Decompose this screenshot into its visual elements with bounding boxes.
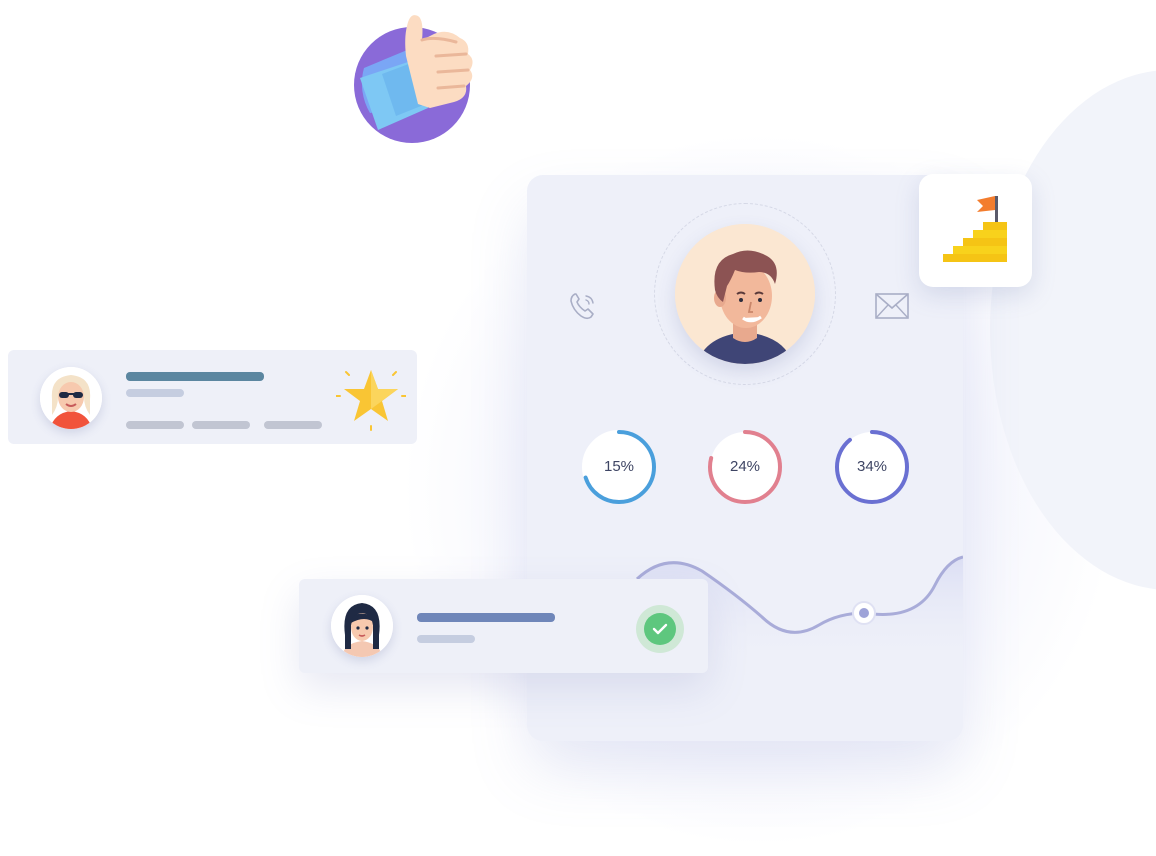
tag-placeholder	[192, 421, 250, 429]
avatar	[331, 595, 393, 657]
progress-value: 15%	[603, 458, 635, 475]
subtitle-placeholder	[417, 635, 475, 643]
phone-icon	[570, 293, 594, 320]
check-icon	[644, 613, 676, 645]
avatar	[40, 367, 102, 429]
user-card	[299, 579, 708, 673]
user-card	[8, 350, 417, 444]
progress-ring-3: 34%	[834, 429, 910, 505]
progress-value: 34%	[856, 458, 888, 475]
thumbs-up-icon	[354, 15, 473, 143]
flag-stairs-icon	[943, 196, 1007, 262]
verified-badge	[636, 605, 684, 653]
subtitle-placeholder	[126, 389, 184, 397]
mail-icon	[875, 293, 909, 319]
illustration-canvas: 15% 24% 34%	[0, 0, 1156, 856]
tag-placeholder	[126, 421, 184, 429]
progress-ring-1: 15%	[581, 429, 657, 505]
progress-value: 24%	[729, 458, 761, 475]
progress-ring-2: 24%	[707, 429, 783, 505]
name-placeholder	[417, 613, 555, 622]
tag-placeholder	[264, 421, 322, 429]
avatar	[675, 224, 815, 364]
goal-card	[919, 174, 1032, 287]
star-icon	[336, 370, 406, 431]
name-placeholder	[126, 372, 264, 381]
